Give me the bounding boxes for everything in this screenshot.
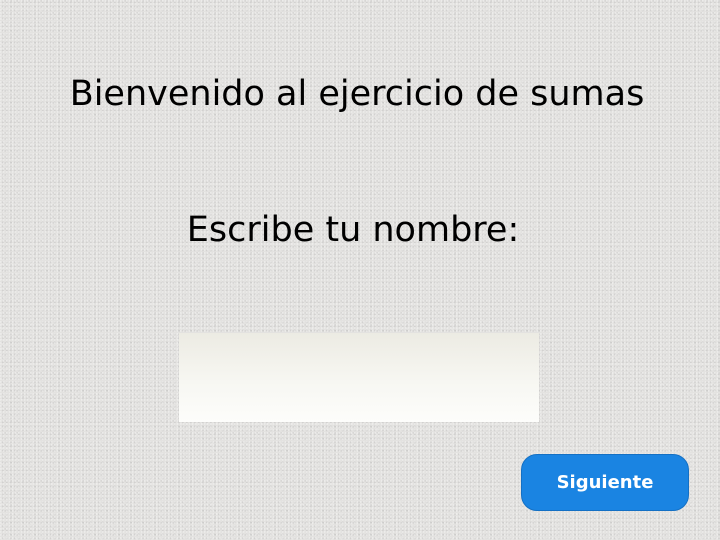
welcome-title: Bienvenido al ejercicio de sumas xyxy=(69,74,645,114)
welcome-screen: Bienvenido al ejercicio de sumas Escribe… xyxy=(0,0,720,540)
name-input[interactable] xyxy=(179,333,539,422)
next-button[interactable]: Siguiente xyxy=(521,454,689,511)
name-prompt-label: Escribe tu nombre: xyxy=(186,210,520,250)
next-button-label: Siguiente xyxy=(556,472,654,493)
